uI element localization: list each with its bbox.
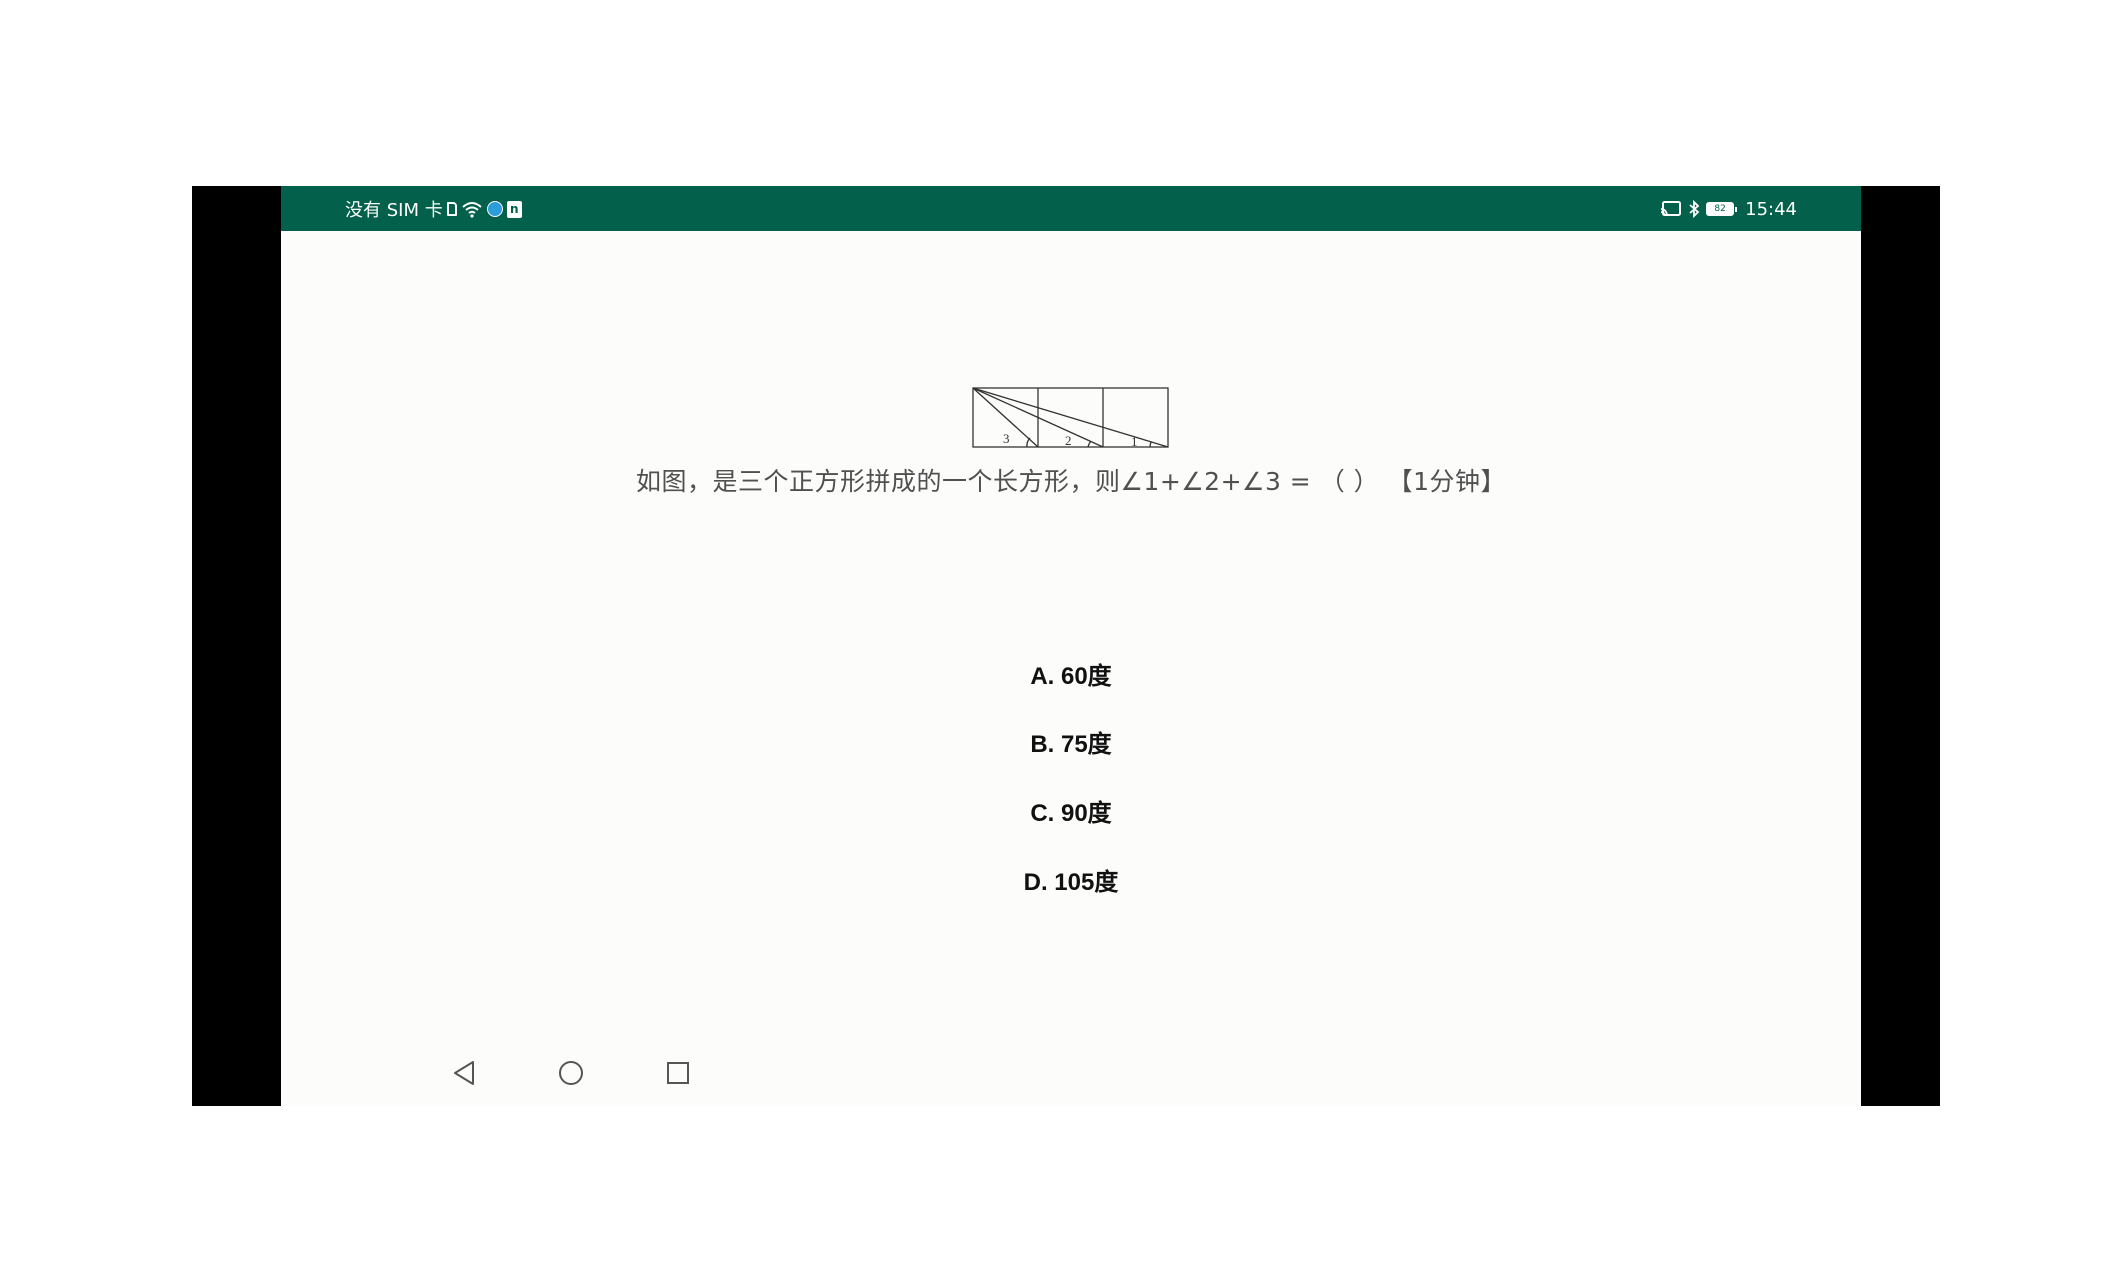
- home-button[interactable]: [556, 1058, 586, 1088]
- device-frame: 没有 SIM 卡 n 82 15:44 3 2 1 如图，是三个正方形拼成的一个…: [192, 186, 1940, 1106]
- screen: 没有 SIM 卡 n 82 15:44 3 2 1 如图，是三个正方形拼成的一个…: [281, 186, 1861, 1106]
- home-icon: [559, 1061, 583, 1085]
- option-b[interactable]: B. 75度: [281, 724, 1861, 759]
- wifi-icon: [462, 202, 482, 218]
- carrier-text: 没有 SIM 卡: [345, 200, 443, 221]
- angle-arc-1: [1149, 441, 1152, 448]
- angle-label-1: 1: [1131, 434, 1138, 449]
- app-badge-icon: [486, 201, 503, 217]
- bluetooth-icon: [1689, 200, 1700, 218]
- recents-button[interactable]: [663, 1058, 693, 1088]
- angle-arc-3: [1026, 437, 1031, 448]
- option-a[interactable]: A. 60度: [281, 656, 1861, 691]
- battery-icon: 82: [1706, 202, 1738, 216]
- navigation-bar: [281, 1054, 1861, 1094]
- question-text: 如图，是三个正方形拼成的一个长方形，则∠1+∠2+∠3 = （ ） 【1分钟】: [636, 467, 1506, 496]
- angle-label-2: 2: [1065, 433, 1072, 448]
- angle-arc-2: [1087, 440, 1092, 448]
- back-button[interactable]: [449, 1058, 479, 1088]
- notification-icon: n: [506, 200, 522, 218]
- status-bar: 没有 SIM 卡 n 82 15:44: [281, 186, 1861, 231]
- cast-icon: [1661, 201, 1682, 216]
- status-time: 15:44: [1745, 198, 1797, 220]
- back-icon: [454, 1061, 474, 1085]
- option-d[interactable]: D. 105度: [281, 862, 1861, 897]
- recents-icon: [667, 1062, 689, 1084]
- battery-level: 82: [1714, 204, 1726, 214]
- angle-label-3: 3: [1003, 431, 1010, 446]
- option-c[interactable]: C. 90度: [281, 793, 1861, 828]
- geometry-figure: 3 2 1: [972, 387, 1169, 449]
- sim-icon: [446, 202, 457, 216]
